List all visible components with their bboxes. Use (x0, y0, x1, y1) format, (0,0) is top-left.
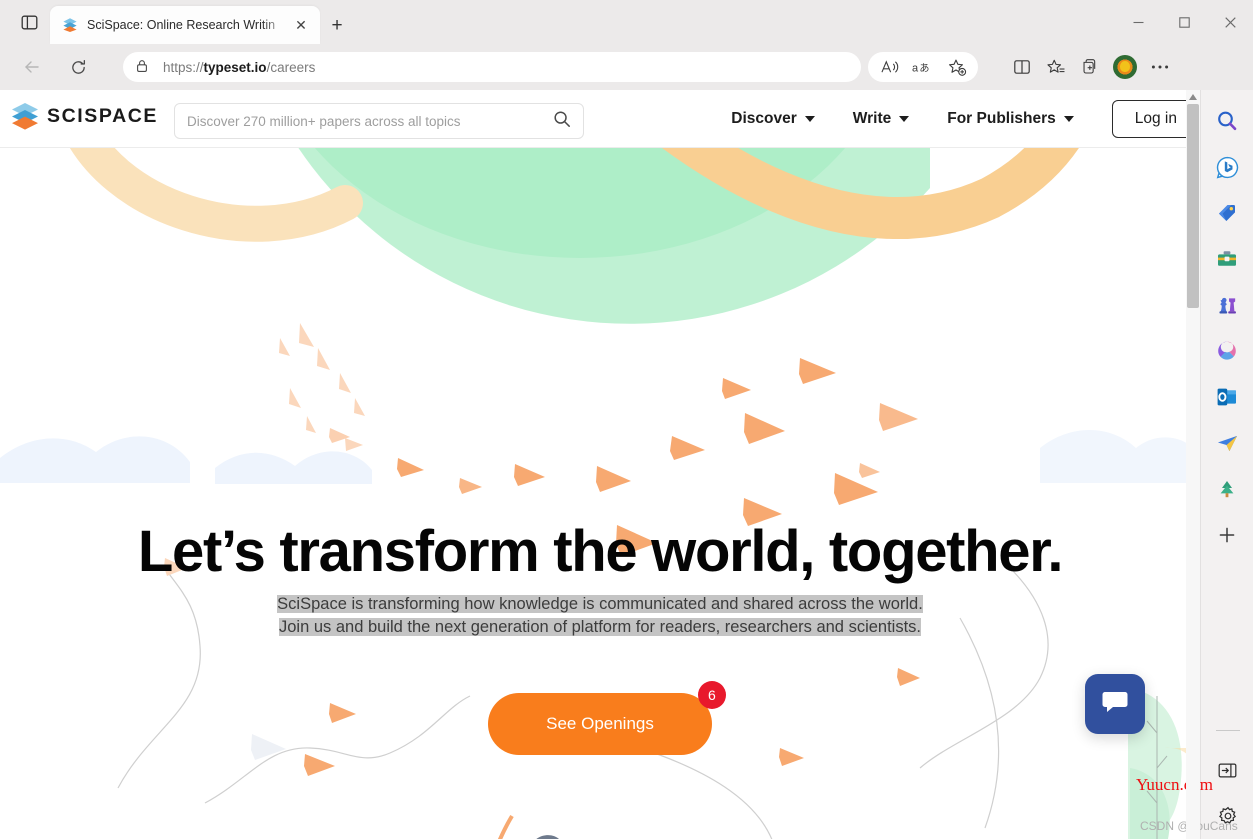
scispace-favicon (62, 17, 78, 33)
toggle-sidebar-icon[interactable] (1211, 753, 1245, 787)
chat-widget-button[interactable] (1085, 674, 1145, 734)
openings-count-badge: 6 (697, 681, 726, 709)
figure-4 (497, 814, 514, 839)
watermark-red: Yuucn.com (1136, 775, 1213, 794)
shopping-tag-icon[interactable] (1210, 196, 1244, 230)
collections-icon[interactable] (1073, 53, 1107, 81)
browser-actions (1005, 52, 1177, 82)
nav-item-write-label: Write (852, 110, 892, 127)
search-icon[interactable] (553, 110, 571, 133)
chat-bubble-icon (1101, 689, 1129, 720)
sidebar-divider (1215, 730, 1240, 731)
figure-5 (536, 835, 559, 839)
browser-tab[interactable]: SciSpace: Online Research Writin ✕ (50, 6, 320, 44)
microsoft-365-icon[interactable] (1210, 334, 1244, 368)
read-aloud-icon[interactable] (872, 53, 906, 81)
see-openings-label: See Openings (546, 714, 654, 733)
add-sidebar-app-icon[interactable] (1210, 518, 1244, 552)
hero-subcopy: SciSpace is transforming how knowledge i… (0, 593, 1200, 639)
page-title: Let’s transform the world, together. (137, 519, 1064, 584)
svg-text:あ: あ (919, 63, 929, 75)
hero-illustration: Let’s transform the world, together. Sci… (0, 148, 1200, 839)
new-tab-button[interactable]: + (324, 12, 350, 38)
window-controls (1115, 0, 1253, 44)
favorites-icon[interactable] (1039, 53, 1073, 81)
tree-icon[interactable] (1210, 472, 1244, 506)
search-icon[interactable] (1210, 104, 1244, 138)
add-favorite-icon[interactable] (940, 53, 974, 81)
see-openings-button[interactable]: See Openings 6 (488, 681, 726, 755)
games-chess-icon[interactable] (1210, 288, 1244, 322)
settings-and-more-icon[interactable] (1143, 53, 1177, 81)
paper-search-box[interactable] (174, 103, 584, 139)
chevron-down-icon (804, 116, 815, 122)
split-screen-icon[interactable] (1005, 53, 1039, 81)
scispace-logo-icon (10, 101, 40, 131)
tools-toolbox-icon[interactable] (1210, 242, 1244, 276)
minimize-button[interactable] (1115, 0, 1161, 44)
tab-close-icon[interactable]: ✕ (290, 14, 312, 36)
nav-item-discover-label: Discover (731, 110, 797, 127)
nav-item-for-publishers[interactable]: For Publishers (947, 110, 1074, 128)
scrollbar-thumb[interactable] (1187, 104, 1199, 308)
svg-text:a: a (912, 63, 919, 75)
lock-icon (135, 59, 151, 75)
nav-item-discover[interactable]: Discover (731, 110, 815, 128)
close-button[interactable] (1207, 0, 1253, 44)
tab-title: SciSpace: Online Research Writin (87, 18, 276, 32)
scroll-up-arrow[interactable] (1186, 90, 1200, 104)
bing-chat-icon[interactable] (1210, 150, 1244, 184)
cta-container: See Openings 6 (0, 681, 1200, 755)
back-arrow-icon[interactable] (16, 51, 48, 83)
maximize-button[interactable] (1161, 0, 1207, 44)
profile-avatar[interactable] (1113, 55, 1137, 79)
page-viewport: SCISPACE Discover Write For Publishers L… (0, 90, 1200, 839)
paper-search-input[interactable] (187, 113, 553, 129)
nav-item-write[interactable]: Write (852, 110, 910, 128)
scispace-logo[interactable]: SCISPACE (10, 101, 158, 131)
reload-icon[interactable] (62, 51, 94, 83)
chevron-down-icon (899, 116, 910, 122)
tab-actions-icon[interactable] (18, 11, 40, 33)
scispace-logo-text: SCISPACE (47, 104, 159, 127)
site-main-nav: Discover Write For Publishers Log in (731, 90, 1200, 148)
address-bar[interactable]: https://typeset.io/careers (123, 52, 861, 82)
page-scrollbar[interactable] (1186, 90, 1200, 839)
hero-subcopy-line-1: SciSpace is transforming how knowledge i… (277, 595, 923, 613)
translate-icon[interactable]: aあ (906, 53, 940, 81)
hero-subcopy-line-2: Join us and build the next generation of… (278, 618, 922, 636)
chevron-down-icon (1063, 116, 1074, 122)
url-text: https://typeset.io/careers (163, 59, 316, 75)
nav-item-for-publishers-label: For Publishers (947, 110, 1056, 127)
outlook-icon[interactable] (1210, 380, 1244, 414)
browser-titlebar: SciSpace: Online Research Writin ✕ + (0, 0, 1253, 44)
omnibox-tools: aあ (868, 52, 978, 82)
edge-sidebar (1200, 90, 1253, 839)
send-plane-icon[interactable] (1210, 426, 1244, 460)
